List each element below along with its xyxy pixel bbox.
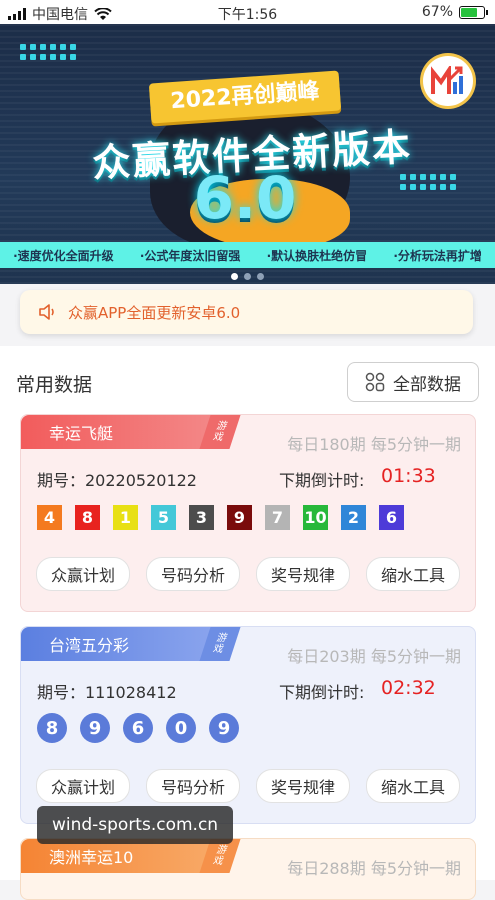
number-analysis-button[interactable]: 号码分析 [146,557,240,591]
main-content: 常用数据 全部数据 幸运飞艇 游戏 每日180期 每5分钟一期 期号：20220… [0,346,495,900]
battery-percent: 67% [421,4,453,20]
lottery-card-twwfc[interactable]: 台湾五分彩 游戏 每日203期 每5分钟一期 期号：111028412 下期倒计… [20,626,476,824]
result-ball: 5 [151,505,176,530]
plan-button[interactable]: 众赢计划 [36,769,130,803]
draw-frequency: 每日180期 每5分钟一期 [287,435,461,454]
tagline-item: ·默认换肤杜绝仿冒 [266,248,368,263]
result-ball: 7 [265,505,290,530]
status-bar: 中国电信 下午1:56 67% [0,0,495,24]
all-data-label: 全部数据 [393,374,461,395]
pattern-button[interactable]: 奖号规律 [256,769,350,803]
draw-frequency: 每日288期 每5分钟一期 [287,859,461,878]
lottery-card-xyft[interactable]: 幸运飞艇 游戏 每日180期 每5分钟一期 期号：20220520122 下期倒… [20,414,476,612]
result-ball: 8 [75,505,100,530]
carousel-dot[interactable] [257,272,264,280]
filter-tool-button[interactable]: 缩水工具 [366,769,460,803]
carousel-dot[interactable] [244,272,251,280]
all-data-button[interactable]: 全部数据 [347,362,479,402]
tagline-item: ·速度优化全面升级 [13,248,114,263]
draw-frequency: 每日203期 每5分钟一期 [287,647,461,666]
result-ball: 9 [80,713,110,743]
result-ball: 3 [189,505,214,530]
issue-number: 期号：20220520122 [37,471,197,490]
clock: 下午1:56 [217,7,278,23]
app-logo-icon [423,56,473,106]
countdown-value: 01:33 [381,465,436,487]
result-ball: 1 [113,505,138,530]
battery-icon [459,5,488,19]
lottery-card-azxy10[interactable]: 澳洲幸运10 游戏 每日288期 每5分钟一期 [20,838,476,900]
countdown-label: 下期倒计时: [279,471,365,490]
decorative-dots [400,174,456,190]
filter-tool-button[interactable]: 缩水工具 [366,557,460,591]
result-numbers: 8 9 6 0 9 [37,713,239,743]
carousel-indicators[interactable] [0,268,495,284]
watermark: wind-sports.com.cn [37,806,233,844]
carousel-dot[interactable] [231,272,238,280]
speaker-icon [39,304,54,320]
promo-banner[interactable]: 2022再创巅峰 众赢软件全新版本 6.0 ·速度优化全面升级 ·公式年度汰旧留… [0,24,495,284]
decorative-dots [20,44,76,60]
result-ball: 6 [123,713,153,743]
countdown-label: 下期倒计时: [279,683,365,702]
announcement-bar[interactable]: 众赢APP全面更新安卓6.0 [20,290,473,334]
tagline-item: ·公式年度汰旧留强 [139,248,241,263]
result-ball: 6 [379,505,404,530]
result-ball: 10 [303,505,328,530]
banner-taglines: ·速度优化全面升级 ·公式年度汰旧留强 ·默认换肤杜绝仿冒 ·分析玩法再扩增 [0,242,495,268]
grid-icon [365,372,385,392]
number-analysis-button[interactable]: 号码分析 [146,769,240,803]
result-ball: 0 [166,713,196,743]
tagline-item: ·分析玩法再扩增 [393,248,482,263]
result-numbers: 4 8 1 5 3 9 7 10 2 6 [37,505,404,530]
result-ball: 9 [227,505,252,530]
plan-button[interactable]: 众赢计划 [36,557,130,591]
result-ball: 2 [341,505,366,530]
announcement-text: 众赢APP全面更新安卓6.0 [68,303,241,322]
issue-number: 期号：111028412 [37,683,177,702]
pattern-button[interactable]: 奖号规律 [256,557,350,591]
section-title: 常用数据 [16,374,93,396]
banner-version: 6.0 [193,164,297,232]
result-ball: 4 [37,505,62,530]
result-ball: 8 [37,713,67,743]
result-ball: 9 [209,713,239,743]
countdown-value: 02:32 [381,677,436,699]
